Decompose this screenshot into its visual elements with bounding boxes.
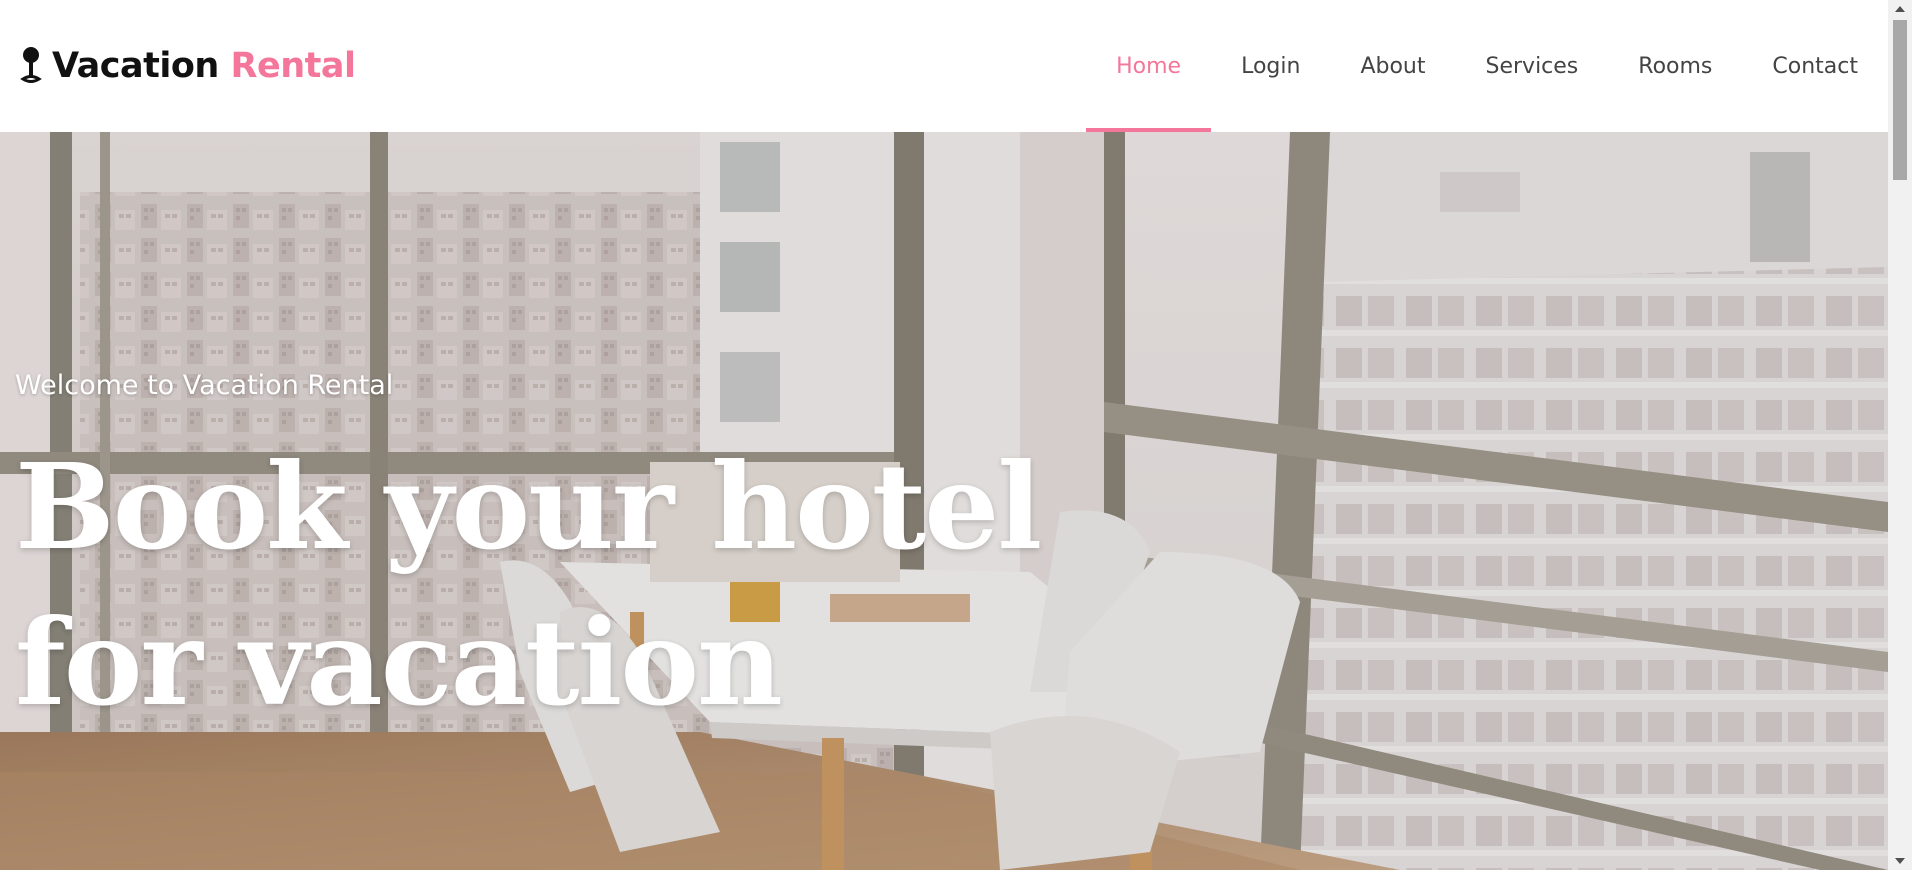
nav-home[interactable]: Home <box>1086 0 1212 132</box>
brand-name-accent: Rental <box>230 46 356 86</box>
brand-name: Vacation Rental <box>52 46 356 86</box>
brand-logo[interactable]: Vacation Rental <box>20 44 356 88</box>
main-nav: Home Login About Services Rooms Contact <box>1086 0 1888 132</box>
hero-content: Welcome to Vacation Rental Book your hot… <box>15 370 1215 741</box>
nav-rooms[interactable]: Rooms <box>1608 0 1742 132</box>
nav-about[interactable]: About <box>1330 0 1455 132</box>
brand-name-primary: Vacation <box>52 46 219 86</box>
nav-contact[interactable]: Contact <box>1742 0 1888 132</box>
scroll-down-arrow-icon[interactable] <box>1888 852 1912 870</box>
nav-login[interactable]: Login <box>1211 0 1330 132</box>
hero-title: Book your hotel for vacation <box>15 437 1042 732</box>
hero-section: Welcome to Vacation Rental Book your hot… <box>0 132 1888 870</box>
hero-welcome-text: Welcome to Vacation Rental <box>15 370 394 401</box>
scroll-up-arrow-icon[interactable] <box>1888 0 1912 18</box>
scrollbar-thumb[interactable] <box>1893 20 1907 180</box>
page-scrollbar[interactable] <box>1888 0 1912 870</box>
site-header: Vacation Rental Home Login About Service… <box>0 0 1888 132</box>
nav-services[interactable]: Services <box>1456 0 1609 132</box>
map-pin-icon <box>20 47 42 83</box>
